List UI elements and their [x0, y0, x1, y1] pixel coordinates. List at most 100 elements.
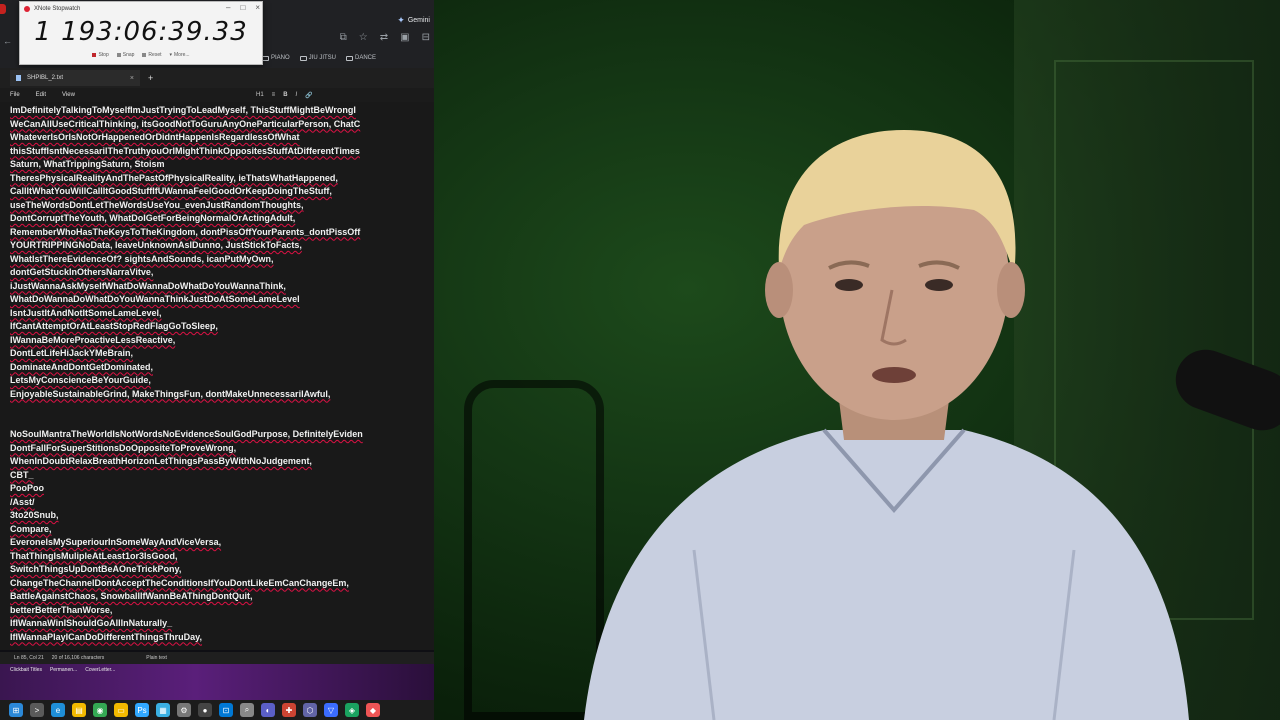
text-line: thisStuffIsntNecessarilTheTruthyouOrIMig…	[10, 145, 360, 156]
webcam-feed	[434, 0, 1280, 720]
text-line: ChangeTheChannelDontAcceptTheConditionsI…	[10, 577, 349, 588]
text-line: WhateverIsOrIsNotOrHappenedOrDidntHappen…	[10, 132, 300, 142]
document-icon	[16, 75, 21, 81]
menu-edit[interactable]: Edit	[36, 92, 46, 98]
text-line: IsntJustItAndNotItSomeLameLevel,	[10, 307, 162, 318]
heading-button[interactable]: H1	[256, 92, 264, 98]
taskbar-store-icon[interactable]: ⊡	[219, 703, 233, 717]
minimize-button[interactable]: –	[226, 3, 230, 12]
screen: ✦ Gemini ← ⧉ ☆ ⇄ ▣ ⊟ PIANO JIU JITSU DAN…	[0, 0, 1280, 720]
notepad-tab-title: SHPIBL_2.txt	[27, 75, 64, 81]
text-line: IfIWannaWinIShouldGoAllInNaturally_	[10, 618, 173, 628]
text-line: 3to20Snub,	[10, 510, 59, 520]
taskbar-chrome-icon[interactable]: ◉	[93, 703, 107, 717]
text-line	[10, 401, 434, 415]
taskbar-edge-icon[interactable]: e	[51, 703, 65, 717]
extensions-icon[interactable]: ⇄	[380, 32, 388, 43]
text-line: SwitchThingsUpDontBeAOneTrickPony,	[10, 564, 182, 574]
bookmark-star-icon[interactable]: ☆	[359, 32, 368, 43]
install-icon[interactable]: ⧉	[340, 32, 347, 43]
browser-toolbar: ⧉ ☆ ⇄ ▣ ⊟	[340, 32, 430, 43]
folder-icon	[346, 55, 354, 61]
text-line: IWannaBeMoreProactiveLessReactive,	[10, 334, 176, 345]
text-line: TheresPhysicalRealityAndThePastOfPhysica…	[10, 172, 338, 183]
text-line: DontLetLifeHiJackYMeBrain,	[10, 348, 134, 358]
list-button[interactable]: ≡	[272, 92, 276, 98]
taskbar-files-icon[interactable]: ▤	[72, 703, 86, 717]
text-line: BattleAgainstChaos, SnowballIfWannBeAThi…	[10, 591, 253, 601]
desktop-item-permanent[interactable]: Permanen...	[50, 667, 77, 673]
stopwatch-window: XNote Stopwatch – □ × 1 193:06:39.33 Sto…	[19, 1, 263, 65]
desktop-area: ✦ Gemini ← ⧉ ☆ ⇄ ▣ ⊟ PIANO JIU JITSU DAN…	[0, 0, 434, 720]
maximize-button[interactable]: □	[240, 3, 245, 12]
taskbar-obs-icon[interactable]: ●	[198, 703, 212, 717]
bookmark-piano[interactable]: PIANO	[262, 55, 290, 61]
stopwatch-app-icon	[24, 6, 30, 12]
bold-button[interactable]: B	[283, 92, 287, 98]
folder-icon	[299, 55, 307, 61]
menu-file[interactable]: File	[10, 92, 20, 98]
new-tab-button[interactable]: +	[148, 73, 153, 83]
link-button[interactable]: 🔗	[305, 92, 312, 99]
text-line: WhenInDoubtRelaxBreathHorizonLetThingsPa…	[10, 456, 312, 466]
stopwatch-buttons: Stop Snap Reset ▾ More...	[20, 52, 262, 58]
snap-button[interactable]: Snap	[116, 52, 134, 58]
taskbar-app3-icon[interactable]: ⬡	[303, 703, 317, 717]
gemini-tab[interactable]: ✦ Gemini	[397, 10, 430, 30]
taskbar-windows-start-icon[interactable]: ⊞	[9, 703, 23, 717]
taskbar-terminal-icon[interactable]: >	[30, 703, 44, 717]
sidebar-icon[interactable]: ▣	[400, 32, 409, 43]
reset-icon	[142, 53, 147, 57]
menu-view[interactable]: View	[62, 92, 75, 98]
text-line: dontGetStuckInOthersNarraVitve,	[10, 267, 154, 277]
reset-button[interactable]: Reset	[142, 52, 161, 58]
text-line: CBT_	[10, 469, 34, 480]
text-line: LetsMyConscienceBeYourGuide,	[10, 375, 151, 385]
close-tab-icon[interactable]: ×	[130, 75, 134, 82]
notepad-tab-bar: SHPIBL_2.txt × +	[0, 68, 434, 88]
notepad-tab[interactable]: SHPIBL_2.txt ×	[10, 70, 140, 86]
taskbar-app5-icon[interactable]: ◆	[366, 703, 380, 717]
taskbar-vpn-icon[interactable]: ▽	[324, 703, 338, 717]
bookmark-jiu-jitsu[interactable]: JIU JITSU	[299, 55, 336, 61]
gemini-icon: ✦	[397, 14, 405, 25]
taskbar-settings-icon[interactable]: ⚙	[177, 703, 191, 717]
taskbar-search-icon[interactable]: ⌕	[240, 703, 254, 717]
taskbar: ⊞ > e ▤ ◉ ▭ Ps ▦ ⚙ ● ⊡ ⌕ ◐ ✚ ⬡ ▽ ◈ ◆	[0, 700, 434, 720]
text-line: DontFallForSuperStitionsDoOppositeToProv…	[10, 442, 237, 453]
bookmark-dance[interactable]: DANCE	[346, 55, 376, 61]
back-arrow-icon[interactable]: ←	[3, 36, 12, 46]
text-line: YOURTRIPPINGNoData, leaveUnknownAsIDunno…	[10, 240, 302, 250]
taskbar-photoshop-icon[interactable]: Ps	[135, 703, 149, 717]
text-line: /Asst/	[10, 496, 35, 507]
taskbar-app4-icon[interactable]: ◈	[345, 703, 359, 717]
text-line: CallItWhatYouWillCallItGoodStuffIfUWanna…	[10, 186, 332, 196]
taskbar-app-icon[interactable]: ◐	[261, 703, 275, 717]
desktop-item-coverletter[interactable]: CoverLetter...	[85, 667, 115, 673]
folder-icon	[262, 55, 269, 61]
text-line: RememberWhoHasTheKeysToTheKingdom, dontP…	[10, 226, 361, 237]
person	[584, 130, 1189, 720]
chevron-down-icon: ▾	[169, 52, 172, 58]
close-button[interactable]: ×	[255, 3, 260, 12]
notepad-editor[interactable]: ImDefinitelyTalkingToMyselfImJustTryingT…	[0, 102, 434, 650]
menu-icon[interactable]: ⊟	[422, 32, 430, 43]
text-line: Compare,	[10, 523, 52, 534]
taskbar-folder-icon[interactable]: ▭	[114, 703, 128, 717]
italic-button[interactable]: I	[296, 92, 298, 98]
bookmarks-bar: PIANO JIU JITSU DANCE	[262, 52, 376, 64]
text-line: NoSoulMantraTheWorldIsNotWordsNoEvidence…	[10, 429, 363, 439]
text-line: IfCantAttemptOrAtLeastStopRedFlagGoToSle…	[10, 321, 218, 331]
stop-button[interactable]: Stop	[92, 52, 109, 58]
taskbar-app2-icon[interactable]: ✚	[282, 703, 296, 717]
text-line: useTheWordsDontLetTheWordsUseYou_evenJus…	[10, 199, 304, 210]
taskbar-notepad-icon[interactable]: ▦	[156, 703, 170, 717]
gemini-tab-label: Gemini	[407, 16, 430, 24]
notepad-status-bar: Ln 85, Col 21 20 of 16,106 characters Pl…	[0, 652, 434, 664]
stopwatch-time: 1 193:06:39.33	[34, 17, 248, 47]
more-button[interactable]: ▾ More...	[169, 52, 189, 58]
text-line	[10, 415, 434, 429]
text-line: EveroneIsMySuperiourInSomeWayAndViceVers…	[10, 537, 222, 547]
desktop-item-clickbait[interactable]: Clickbait Titles	[10, 667, 42, 673]
text-line: ImDefinitelyTalkingToMyselfImJustTryingT…	[10, 105, 356, 115]
